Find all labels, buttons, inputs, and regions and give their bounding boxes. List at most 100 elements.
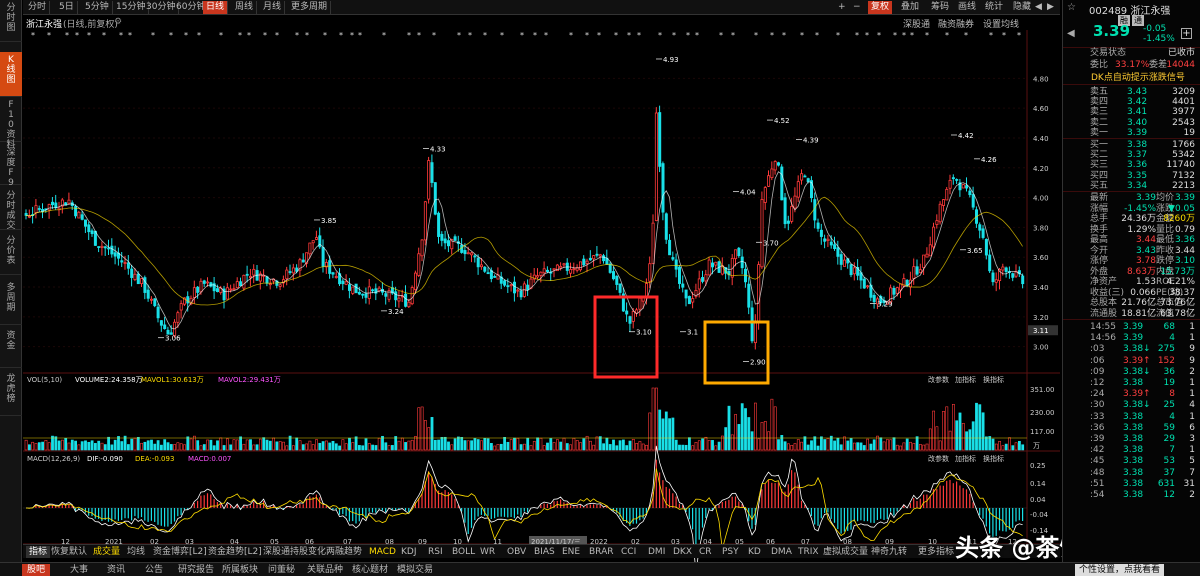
left-nav-item[interactable]: 分价表 [0,233,22,275]
period-tab[interactable]: 5分钟 [82,1,113,14]
event-marker[interactable]: * [31,31,35,40]
event-marker[interactable]: * [87,31,91,40]
add-watchlist-button[interactable]: + [1181,28,1192,39]
indicator-tab[interactable]: RSI [428,546,443,558]
event-marker[interactable]: * [102,31,106,40]
event-marker[interactable]: * [544,31,548,40]
indicator-tab[interactable]: OBV [507,546,526,558]
status-bar-item[interactable]: 公告 [145,564,163,576]
event-marker[interactable]: * [637,31,641,40]
period-tab[interactable]: 周线 [232,1,258,14]
event-marker[interactable]: * [815,31,819,40]
event-marker[interactable]: * [686,31,690,40]
event-marker[interactable]: * [295,31,299,40]
nav-right-icon[interactable]: ▶ [1047,1,1054,14]
indicator-tab[interactable]: BRAR [589,546,613,558]
vol-switch-indicator[interactable]: 换指标 [983,375,1004,384]
event-marker[interactable]: * [627,31,631,40]
event-marker[interactable]: * [695,31,699,40]
left-nav-item[interactable]: 分时图 [0,0,22,42]
event-marker[interactable]: * [119,31,123,40]
indicator-tab[interactable]: MACD [369,546,396,558]
left-nav-item[interactable]: 深度F9 [0,145,22,188]
zoom-in-button[interactable]: + [838,1,846,14]
status-bar-item[interactable]: 研究报告 [178,564,214,576]
event-marker[interactable]: * [500,31,504,40]
event-marker[interactable]: * [945,31,949,40]
event-marker[interactable]: * [151,31,155,40]
event-marker[interactable]: * [658,31,662,40]
stats-button[interactable]: 统计 [985,1,1003,14]
event-marker[interactable]: * [836,31,840,40]
chips-button[interactable]: 筹码 [931,1,949,14]
kline-chart-svg[interactable]: 4.80 4.60 4.40 4.20 4.00 3.80 3.60 3.40 3.20 3.00… [23,30,1060,573]
event-marker[interactable]: * [323,31,327,40]
event-marker[interactable]: * [569,31,573,40]
event-marker[interactable]: * [339,31,343,40]
personalize-link[interactable]: 个性设置，点我看看 [1075,564,1165,576]
period-tab[interactable]: 日线 [203,1,229,14]
vol-add-indicator[interactable]: 加指标 [955,375,976,384]
macd-add-indicator[interactable]: 加指标 [955,454,976,463]
event-marker[interactable]: * [855,31,859,40]
event-marker[interactable]: * [865,31,869,40]
hk-connect-label[interactable]: 深股通 [903,17,930,30]
event-marker[interactable]: * [614,31,618,40]
indicator-tab[interactable]: KDJ [401,546,417,558]
indicator-tab[interactable]: WR [480,546,495,558]
period-tab[interactable]: 分时 [25,1,51,14]
indicator-tab[interactable]: ENE [562,546,580,558]
indicator-tab[interactable]: 恢复默认 [51,546,87,558]
event-marker[interactable]: * [782,31,786,40]
event-marker[interactable]: * [219,31,223,40]
indicator-tab[interactable]: TRIX [798,546,819,558]
event-marker[interactable]: * [533,31,537,40]
status-bar-item[interactable]: 模拟交易 [397,564,433,576]
event-marker[interactable]: * [1017,31,1021,40]
left-nav-item[interactable]: 分时成交 [0,188,22,231]
period-tab[interactable]: 更多周期 [288,1,332,14]
event-marker[interactable]: * [468,31,472,40]
event-marker[interactable]: * [877,31,881,40]
event-marker[interactable]: * [672,31,676,40]
event-marker[interactable]: * [275,31,279,40]
indicator-tab[interactable]: 资金趋势[L2] [208,546,262,558]
indicator-tab[interactable]: CCI [621,546,636,558]
indicator-tab[interactable]: KD [748,546,761,558]
event-marker[interactable]: * [597,31,601,40]
event-marker[interactable]: * [989,31,993,40]
event-marker[interactable]: * [350,31,354,40]
status-bar-item[interactable]: 大事 [70,564,88,576]
event-marker[interactable]: * [305,31,309,40]
hide-button[interactable]: 隐藏 [1013,1,1031,14]
event-marker[interactable]: * [902,31,906,40]
indicator-tab[interactable]: BOLL [452,546,475,558]
event-marker[interactable]: * [432,31,436,40]
left-nav-item[interactable]: 多周期 [0,280,22,325]
event-marker[interactable]: * [964,31,968,40]
event-marker[interactable]: * [358,31,362,40]
event-marker[interactable]: * [65,31,69,40]
star-icon[interactable]: ☆ [1067,2,1076,13]
event-marker[interactable]: * [910,31,914,40]
indicator-tab[interactable]: PSY [722,546,739,558]
indicator-tab[interactable]: 两融趋势 [326,546,362,558]
overlay-button[interactable]: 叠加 [901,1,919,14]
event-marker[interactable]: * [417,31,421,40]
indicator-tab[interactable]: 成交量 [93,546,120,558]
event-marker[interactable]: * [754,31,758,40]
event-marker[interactable]: * [75,31,79,40]
nav-left-icon[interactable]: ◀ [1035,1,1042,14]
event-marker[interactable]: * [520,31,524,40]
vol-change-params[interactable]: 改参数 [928,375,949,384]
event-marker[interactable]: * [585,31,589,40]
prev-stock-icon[interactable]: ◀ [1067,28,1075,39]
period-tab[interactable]: 5日 [56,1,78,14]
signal-link-text[interactable]: DK点自动提示涨跌信号 [1091,73,1185,83]
status-bar-item[interactable]: 关联品种 [307,564,343,576]
status-bar-item[interactable]: 核心题材 [352,564,388,576]
status-bar-item[interactable]: 所属板块 [222,564,258,576]
event-marker[interactable]: * [184,31,188,40]
event-marker[interactable]: * [247,31,251,40]
indicator-tab[interactable]: 指标 [26,546,51,558]
